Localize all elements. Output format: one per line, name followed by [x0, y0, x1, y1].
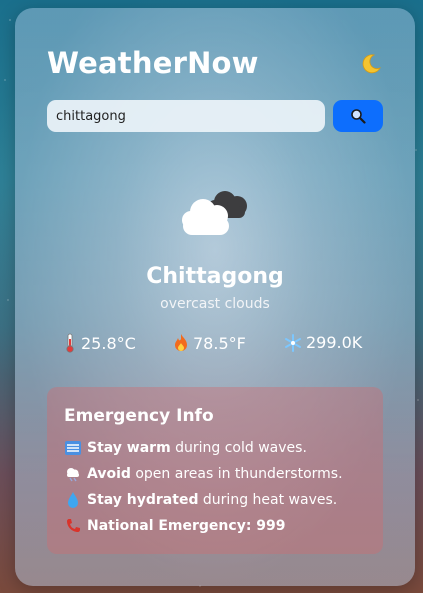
emergency-item-bold: Stay hydrated — [87, 492, 199, 508]
emergency-item-bold: Stay warm — [87, 440, 171, 456]
theme-toggle-button[interactable] — [357, 50, 385, 78]
emergency-item-bold: Avoid — [87, 466, 131, 482]
emergency-item-text: open areas in thunderstorms. — [130, 466, 343, 482]
emergency-item-text: during cold waves. — [170, 440, 307, 456]
search-icon — [351, 109, 366, 124]
cold-wave-icon — [64, 439, 82, 457]
kelvin-value: 299.0K — [306, 333, 363, 352]
fahrenheit-reading: 78.5°F — [173, 333, 246, 353]
water-drop-icon — [64, 491, 82, 509]
emergency-title: Emergency Info — [64, 406, 214, 426]
emergency-item: Stay hydrated during heat waves. — [64, 491, 337, 509]
search-button[interactable] — [333, 100, 383, 132]
emergency-item: Avoid open areas in thunderstorms. — [64, 465, 343, 483]
kelvin-reading: 299.0K — [284, 333, 362, 352]
emergency-item: National Emergency: 999 — [64, 517, 286, 535]
moon-icon — [362, 54, 381, 74]
weather-description: overcast clouds — [160, 296, 270, 312]
temperature-row: 25.8°C 78.5°F 299.0K — [15, 333, 415, 355]
fahrenheit-value: 78.5°F — [193, 333, 246, 353]
snowflake-icon — [285, 333, 301, 352]
city-search-input[interactable] — [47, 100, 325, 132]
fire-icon — [175, 334, 187, 351]
emergency-info-panel: Emergency Info Stay warm during cold wav… — [47, 387, 383, 554]
cloud-icon — [182, 191, 247, 235]
phone-icon — [64, 517, 82, 535]
emergency-item-bold: National Emergency: 999 — [87, 518, 286, 534]
celsius-reading: 25.8°C — [63, 333, 136, 353]
celsius-value: 25.8°C — [81, 333, 136, 353]
storm-cloud-icon — [64, 465, 82, 483]
emergency-item-text: during heat waves. — [198, 492, 338, 508]
city-name: Chittagong — [146, 264, 284, 289]
emergency-item: Stay warm during cold waves. — [64, 439, 307, 457]
app-title: WeatherNow — [47, 46, 259, 80]
thermometer-icon — [66, 333, 74, 353]
weather-card: WeatherNow Chittagong overcast clouds — [15, 8, 415, 586]
